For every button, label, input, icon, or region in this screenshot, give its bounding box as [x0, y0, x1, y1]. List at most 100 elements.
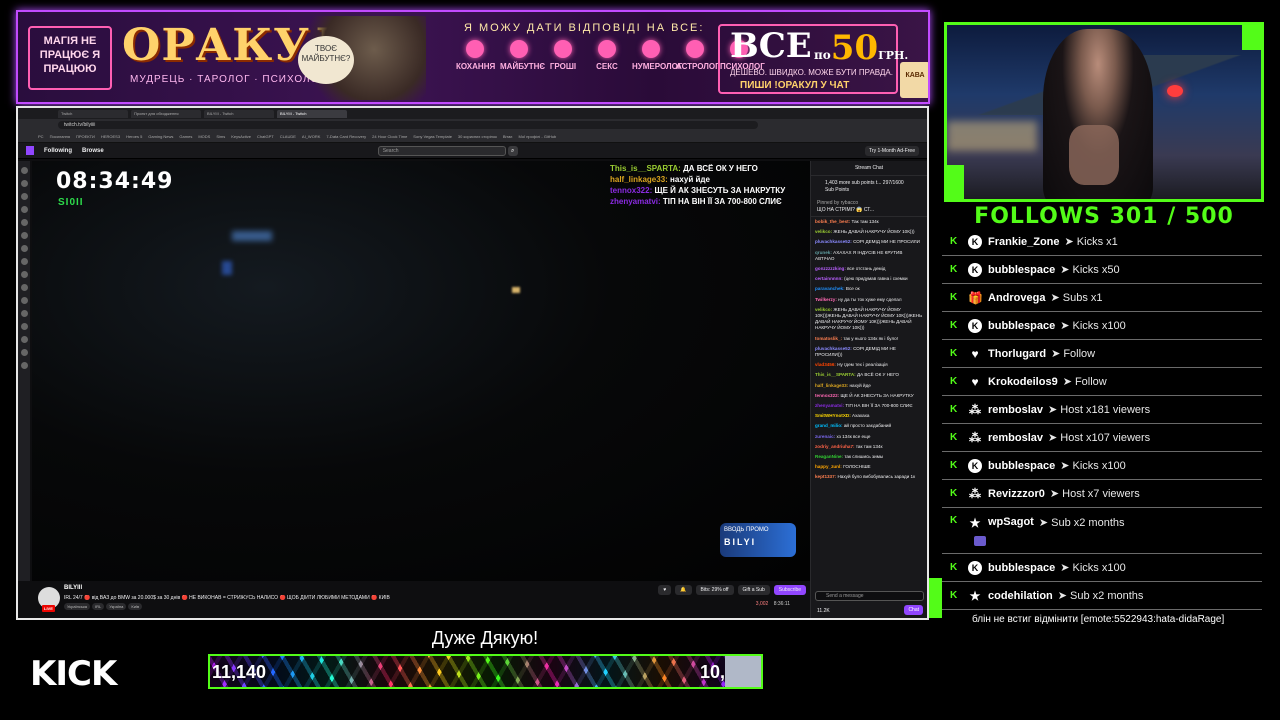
chat-username[interactable]: tomatoslik_: [815, 336, 842, 341]
twitch-logo-icon[interactable] [26, 146, 34, 155]
browser-tab[interactable]: Twitch [58, 109, 128, 118]
sidebar-channel-avatar[interactable] [20, 349, 28, 356]
chat-username[interactable]: certainnnnn: [815, 276, 843, 281]
bookmark-item[interactable]: ChatGPT [257, 134, 274, 139]
nav-following[interactable]: Following [44, 148, 72, 154]
ad-free-button[interactable]: Try 1-Month Ad-Free [865, 145, 919, 156]
stream-tags: Українська IRL Україна Київ [64, 603, 143, 610]
channel-points[interactable]: 11.2K [817, 608, 830, 614]
bits-button[interactable]: Bits: 29% off [695, 585, 734, 595]
sidebar-channel-avatar[interactable] [20, 167, 28, 174]
chat-username[interactable]: happy_zunl: [815, 464, 842, 469]
channel-name[interactable]: BILYIII [64, 585, 82, 591]
sidebar-channel-avatar[interactable] [20, 362, 28, 369]
bookmark-item[interactable]: MODS [198, 134, 210, 139]
chat-username[interactable]: zurenaic: [815, 434, 835, 439]
overlay-chat-line: tennox322: ЩЕ Й АК ЗНЕСУТЬ ЗА НАКРУТКУ [610, 185, 810, 196]
stream-tag[interactable]: Українська [64, 603, 91, 610]
chat-username[interactable]: Twilkerzy: [815, 297, 837, 302]
browser-tab[interactable]: BILYIII - Twitch [204, 109, 274, 118]
search-icon[interactable]: ⌕ [507, 145, 518, 156]
sidebar-channel-avatar[interactable] [20, 323, 28, 330]
pinned-message[interactable]: Pinned by rybacco ЩО НА СТРІМІ? 😱 СТ... [811, 198, 927, 217]
event-username: Krokodeilos9 [988, 375, 1058, 388]
chat-text: СОРІ ДЕМІД МИ НЕ ПРОСИЛИ [853, 239, 920, 245]
search-input[interactable]: Search [377, 145, 506, 156]
bookmark-item[interactable]: Gaming News [148, 134, 173, 139]
sidebar-channel-avatar[interactable] [20, 206, 28, 213]
tab-bar: Twitch Проект для обходження BILYIII - T… [18, 108, 927, 119]
hearts-icon [598, 40, 616, 58]
banner-topic-label: КОХАННЯ [456, 62, 496, 71]
chat-username[interactable]: grand_milio: [815, 423, 843, 428]
stream-stats: 3,002 8:36:11 [756, 601, 790, 607]
chat-username[interactable]: pluvachkasse52: [815, 346, 852, 351]
chat-text: ну да ты ток хуже ему сделал [838, 296, 902, 302]
coffee-cup-icon: КАВА [900, 62, 928, 98]
chat-username[interactable]: qrunek: [815, 250, 832, 255]
chat-username[interactable]: pluvachkasse52: [815, 239, 852, 244]
chat-username[interactable]: bobik_the_best: [815, 219, 850, 224]
notification-bell-icon[interactable]: 🔔 [675, 585, 692, 595]
chat-username[interactable]: gonzzzzzking: [815, 266, 846, 271]
bookmark-item[interactable]: Sims [216, 134, 225, 139]
event-username: wpSagot [988, 516, 1034, 528]
sidebar-channel-avatar[interactable] [20, 310, 28, 317]
bookmark-item[interactable]: Heroes 5 [126, 134, 142, 139]
bookmark-item[interactable]: Вітає [503, 134, 513, 139]
sidebar-channel-avatar[interactable] [20, 245, 28, 252]
sidebar-channel-avatar[interactable] [20, 180, 28, 187]
chat-username[interactable]: This_is__SPARTA: [815, 372, 856, 377]
chat-username[interactable]: SmitWHYnotXD: [815, 413, 851, 418]
chat-username[interactable]: ReaganNine: [815, 454, 843, 459]
sidebar-channel-avatar[interactable] [20, 232, 28, 239]
kick-icon: K [968, 458, 982, 473]
bookmark-item[interactable]: Мої профілі - GitHub [518, 134, 556, 139]
sidebar-channel-avatar[interactable] [20, 336, 28, 343]
bookmark-item[interactable]: ПРОЕКТИ [76, 134, 95, 139]
chat-username[interactable]: kept1337: [815, 474, 836, 479]
video-player[interactable]: 08:34:49 SI0II This_is__SPARTA: ДА ВСЁ О… [32, 161, 810, 581]
bookmark-item[interactable]: KeysActive [231, 134, 251, 139]
chat-username[interactable]: velikco: [815, 307, 832, 312]
bookmark-item[interactable]: Games [179, 134, 192, 139]
follow-heart-icon[interactable]: ♥ [658, 585, 672, 595]
chat-username[interactable]: paravanchek: [815, 286, 845, 291]
bookmark-item[interactable]: Посилання [50, 134, 70, 139]
chat-username[interactable]: zhenyamatvi: [815, 403, 844, 408]
browser-tab-active[interactable]: BILYIII - Twitch [277, 109, 347, 118]
bookmark-item[interactable]: CLAUDE [280, 134, 296, 139]
bookmark-item[interactable]: 7-Data Card Recovery [326, 134, 366, 139]
gift-sub-button[interactable]: Gift a Sub [737, 585, 770, 595]
kick-icon: K [968, 560, 982, 575]
chat-username[interactable]: vlad3456: [815, 362, 836, 367]
sidebar-channel-avatar[interactable] [20, 219, 28, 226]
bookmark-item[interactable]: Sony Vegas Template [413, 134, 452, 139]
kick-k-icon: K [950, 589, 958, 601]
bookmark-item[interactable]: PC [38, 134, 44, 139]
bookmark-item[interactable]: 24 Hour Clock Time [372, 134, 407, 139]
stream-tag[interactable]: IRL [92, 603, 105, 610]
stream-tag[interactable]: Україна [106, 603, 127, 610]
sidebar-channel-avatar[interactable] [20, 297, 28, 304]
chat-username[interactable]: half_linkage33: [815, 383, 848, 388]
chat-text: Ахахаха [852, 413, 870, 419]
chat-username[interactable]: zodriy_andriuha7: [815, 444, 855, 449]
sidebar-channel-avatar[interactable] [20, 284, 28, 291]
chat-username[interactable]: velikco: [815, 229, 832, 234]
bookmark-item[interactable]: 30 корисних сторінок [458, 134, 497, 139]
sidebar-channel-avatar[interactable] [20, 193, 28, 200]
bookmark-item[interactable]: HEROES3 [101, 134, 120, 139]
browser-tab[interactable]: Проект для обходження [131, 109, 201, 118]
stream-tag[interactable]: Київ [128, 603, 143, 610]
chat-send-button[interactable]: Chat [904, 605, 923, 615]
chat-input[interactable]: Send a message [815, 591, 924, 601]
sidebar-channel-avatar[interactable] [20, 258, 28, 265]
sidebar-channel-avatar[interactable] [20, 271, 28, 278]
address-bar[interactable]: twitch.tv/bilyiiii [58, 121, 758, 129]
bookmark-item[interactable]: AI_WORK [302, 134, 320, 139]
chat-username[interactable]: tennox322: [815, 393, 839, 398]
event-row: K Kbubblespace ➤ Kicks x100 [942, 312, 1262, 340]
nav-browse[interactable]: Browse [82, 148, 104, 154]
subscribe-button[interactable]: Subscribe [773, 585, 806, 595]
